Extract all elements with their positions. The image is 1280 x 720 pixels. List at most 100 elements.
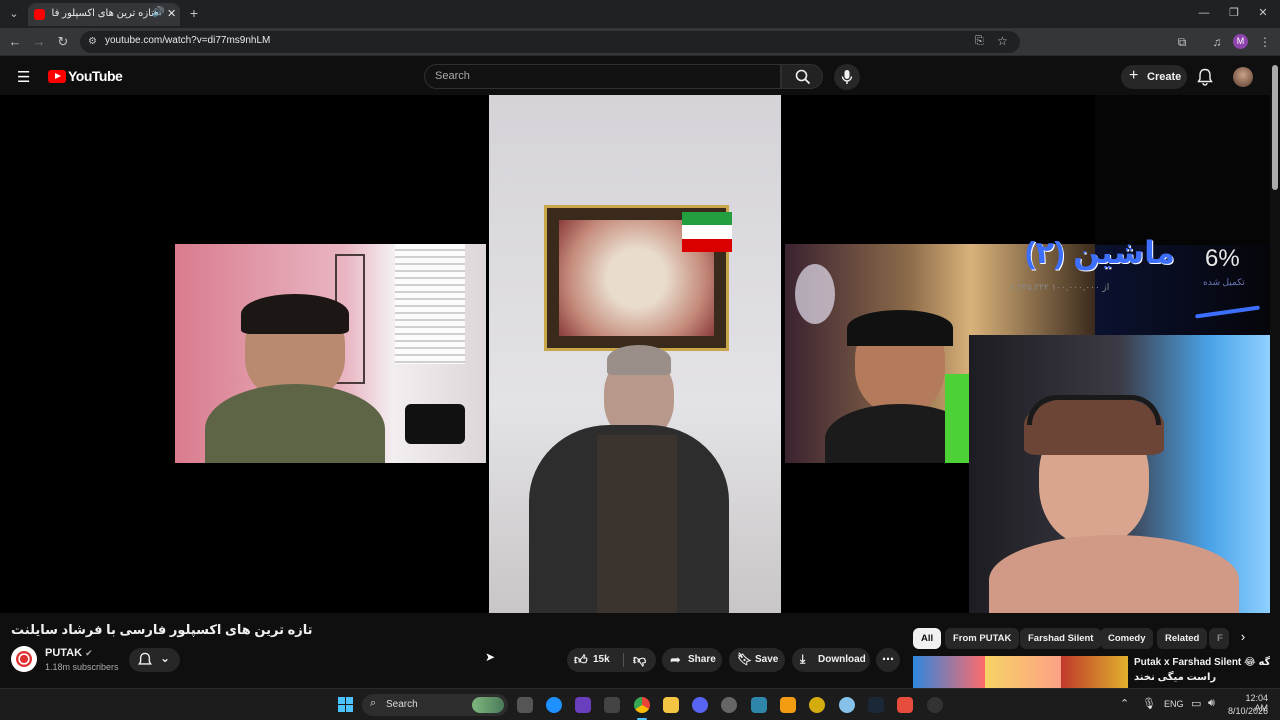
create-button[interactable]: + Create <box>1121 65 1187 89</box>
more-actions-button[interactable]: ⋯ <box>876 648 900 672</box>
subscribe-bell-button[interactable]: ⌄ <box>129 648 180 672</box>
browser-menu-icon[interactable]: ⋮ <box>1257 35 1273 49</box>
green-chair <box>945 374 970 463</box>
new-tab-icon[interactable]: + <box>186 6 202 20</box>
steam-icon[interactable] <box>868 697 884 713</box>
bookmark-icon: 🔖︎ <box>737 652 753 666</box>
girl-top <box>989 535 1239 613</box>
language-indicator[interactable]: ENG <box>1164 699 1184 709</box>
like-dislike-group: 👍︎ 15k 👎︎ <box>567 648 656 672</box>
profile-avatar[interactable]: M <box>1233 34 1248 49</box>
channel-name[interactable]: PUTAK ✔ <box>45 647 93 659</box>
minimize-icon[interactable]: — <box>1196 6 1212 20</box>
headphones <box>847 310 953 346</box>
tray-mic-icon[interactable]: 🎙︎ <box>1142 697 1156 710</box>
hamburger-menu-icon[interactable]: ☰ <box>17 68 30 86</box>
chip-comedy[interactable]: Comedy <box>1100 628 1154 649</box>
chip-all[interactable]: All <box>913 628 942 649</box>
thumbs-down-icon: 👎︎ <box>633 652 647 667</box>
reload-icon[interactable]: ↻ <box>55 35 71 49</box>
chips-next-icon[interactable]: › <box>1233 629 1253 649</box>
install-app-icon[interactable]: ⎘ <box>975 35 984 48</box>
overlay-caption: تکمیل شده <box>1203 277 1245 287</box>
video-panel-webcam <box>969 335 1270 613</box>
chip-farshad-silent[interactable]: Farshad Silent <box>1020 628 1102 649</box>
media-player-icon[interactable] <box>927 697 943 713</box>
donation-goal-overlay: 6% تکمیل شده <box>1095 95 1270 335</box>
discord-icon[interactable] <box>692 697 708 713</box>
window-close-icon[interactable]: ✕ <box>1255 6 1271 20</box>
account-avatar[interactable] <box>1233 67 1253 87</box>
address-bar[interactable]: ⚙ youtube.com/watch?v=di77ms9nhLM ⎘ ☆ <box>80 31 1020 53</box>
app-r-icon[interactable] <box>575 697 591 713</box>
youtube-header: ☰ YouTube Search + Create <box>0 57 1280 95</box>
media-control-icon[interactable]: ♫ <box>1209 35 1225 49</box>
hair <box>241 294 349 334</box>
back-icon[interactable]: ← <box>7 35 23 49</box>
download-icon: ⤓ <box>800 652 806 666</box>
flag-icon <box>682 212 732 252</box>
edge-icon[interactable] <box>546 697 562 713</box>
chip-from-putak[interactable]: From PUTAK <box>945 628 1020 649</box>
search-button[interactable] <box>781 64 823 89</box>
youtube-logo-text[interactable]: YouTube <box>68 68 123 84</box>
tray-overflow-icon[interactable]: ⌃ <box>1120 697 1129 710</box>
app-red-icon[interactable] <box>897 697 913 713</box>
chrome-icon[interactable] <box>634 697 650 713</box>
person-shirt <box>205 384 385 463</box>
overlay-title: ماشین (۲) <box>1024 235 1175 270</box>
video-panel-center <box>489 95 781 613</box>
tab-list-icon[interactable]: ⌄ <box>6 7 22 21</box>
share-button[interactable]: ➦ Share <box>662 648 722 672</box>
save-button[interactable]: 🔖︎ Save <box>729 648 785 672</box>
windows-start-icon[interactable] <box>338 697 354 713</box>
chip-more[interactable]: F <box>1209 628 1229 649</box>
close-tab-icon[interactable]: ✕ <box>167 7 176 20</box>
search-placeholder: Search <box>435 70 470 82</box>
browser-tab[interactable]: تازه ترین های اکسپلور فارسی 🔊 ✕ <box>28 3 180 26</box>
like-button[interactable]: 👍︎ 15k <box>567 648 623 672</box>
app-gold-icon[interactable] <box>809 697 825 713</box>
bell-icon <box>138 652 152 665</box>
thumbs-up-icon: 👍︎ <box>574 652 588 667</box>
app-clock-icon[interactable] <box>721 697 737 713</box>
recommended-title[interactable]: Putak x Farshad Silent 😂 اگه <box>1134 657 1274 668</box>
clock-date[interactable]: 8/10/2026 <box>1222 706 1268 716</box>
restore-icon[interactable]: ❐ <box>1226 6 1242 20</box>
site-info-icon[interactable]: ⚙ <box>88 36 97 47</box>
network-icon[interactable]: ▭ <box>1191 697 1201 710</box>
channel-avatar[interactable] <box>11 646 37 672</box>
audio-playing-icon[interactable]: 🔊 <box>152 7 164 18</box>
taskbar-search[interactable]: ⌕ Search <box>362 694 508 716</box>
overlay-percent: 6% <box>1205 245 1240 272</box>
youtube-favicon-icon <box>34 9 45 20</box>
file-explorer-icon[interactable] <box>663 697 679 713</box>
app-cube-icon[interactable] <box>604 697 620 713</box>
forward-icon[interactable]: → <box>31 35 47 49</box>
bookmark-star-icon[interactable]: ☆ <box>997 34 1008 48</box>
task-view-icon[interactable] <box>517 697 533 713</box>
app-globe-icon[interactable] <box>839 697 855 713</box>
share-label: Share <box>688 654 716 665</box>
search-input[interactable]: Search <box>424 64 781 89</box>
scrollbar-thumb[interactable] <box>1272 65 1278 190</box>
verified-icon: ✔ <box>85 648 93 658</box>
video-panel-left <box>175 244 486 463</box>
extensions-puzzle-icon[interactable]: ⧉ <box>1174 35 1190 49</box>
notifications-bell-icon[interactable] <box>1197 68 1213 86</box>
windows-taskbar: ⌕ Search ⌃ 🎙︎ ENG ▭ 🔊︎ 12:04 AM 8/10/202… <box>0 688 1280 720</box>
recommended-thumbnail[interactable] <box>913 656 1128 688</box>
taskbar-search-label: Search <box>386 699 418 710</box>
download-label: Download <box>818 654 866 665</box>
man-hair <box>607 345 671 375</box>
app-v-icon[interactable] <box>751 697 767 713</box>
video-player[interactable]: 6% تکمیل شده ماشین (۲) ۶,۲۴۵,۲۲۲ از ۱۰۰,… <box>0 95 1270 613</box>
page-scrollbar[interactable] <box>1270 57 1280 688</box>
app-m-icon[interactable] <box>780 697 796 713</box>
youtube-logo-icon[interactable] <box>48 70 66 83</box>
dislike-button[interactable]: 👎︎ <box>627 648 656 672</box>
voice-search-button[interactable] <box>834 64 860 90</box>
volume-icon[interactable]: 🔊︎ <box>1208 697 1215 710</box>
chip-related[interactable]: Related <box>1157 628 1208 649</box>
download-button[interactable]: ⤓ Download <box>792 648 870 672</box>
